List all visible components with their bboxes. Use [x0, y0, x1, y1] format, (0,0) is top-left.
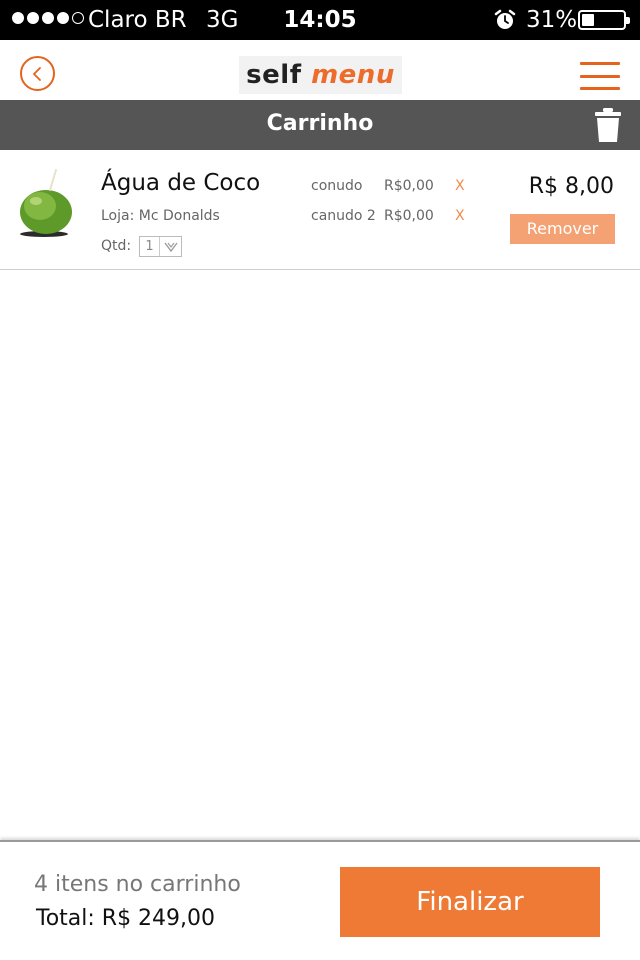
menu-line	[580, 87, 620, 90]
battery-nub	[626, 17, 630, 24]
item-name: Água de Coco	[101, 170, 261, 196]
finalize-button[interactable]: Finalizar	[340, 867, 600, 937]
battery-percentage: 31%	[526, 7, 578, 33]
alarm-clock-icon	[494, 9, 516, 29]
cart-item: Água de Coco Loja: Mc Donalds Qtd: 1 con…	[0, 150, 640, 270]
chevron-down-icon	[160, 237, 181, 256]
hamburger-menu-button[interactable]	[580, 62, 620, 90]
remove-item-button[interactable]: Remover	[510, 214, 615, 244]
coconut-image	[20, 169, 72, 237]
addon-name: conudo	[311, 178, 363, 194]
item-store: Loja: Mc Donalds	[101, 208, 220, 224]
status-bar: Claro BR 3G 14:05 31%	[0, 0, 640, 40]
logo-self-text: self	[246, 60, 302, 90]
self-menu-logo: self menu	[239, 56, 402, 94]
battery-icon	[578, 10, 630, 30]
app-header: self menu	[0, 40, 640, 100]
addon-remove-button[interactable]: X	[455, 178, 465, 194]
page-title: Carrinho	[266, 111, 374, 136]
logo-menu-text: menu	[311, 60, 395, 90]
quantity-value: 1	[140, 237, 160, 256]
cart-items-count: 4 itens no carrinho	[34, 872, 241, 897]
menu-line	[580, 74, 620, 78]
quantity-select[interactable]: 1	[139, 236, 182, 257]
chevron-left-icon	[32, 66, 41, 81]
trash-icon[interactable]	[593, 107, 623, 143]
battery-fill	[582, 14, 594, 26]
item-price: R$ 8,00	[528, 174, 614, 199]
addon-price: R$0,00	[384, 208, 434, 224]
cart-total: Total: R$ 249,00	[36, 906, 216, 931]
addon-remove-button[interactable]: X	[455, 208, 465, 224]
cart-footer: 4 itens no carrinho Total: R$ 249,00 Fin…	[0, 840, 640, 960]
addon-name: canudo 2	[311, 208, 376, 224]
title-bar: Carrinho	[0, 100, 640, 150]
menu-line	[580, 62, 620, 65]
addon-price: R$0,00	[384, 178, 434, 194]
quantity-label: Qtd:	[101, 238, 132, 254]
back-button[interactable]	[20, 56, 55, 91]
